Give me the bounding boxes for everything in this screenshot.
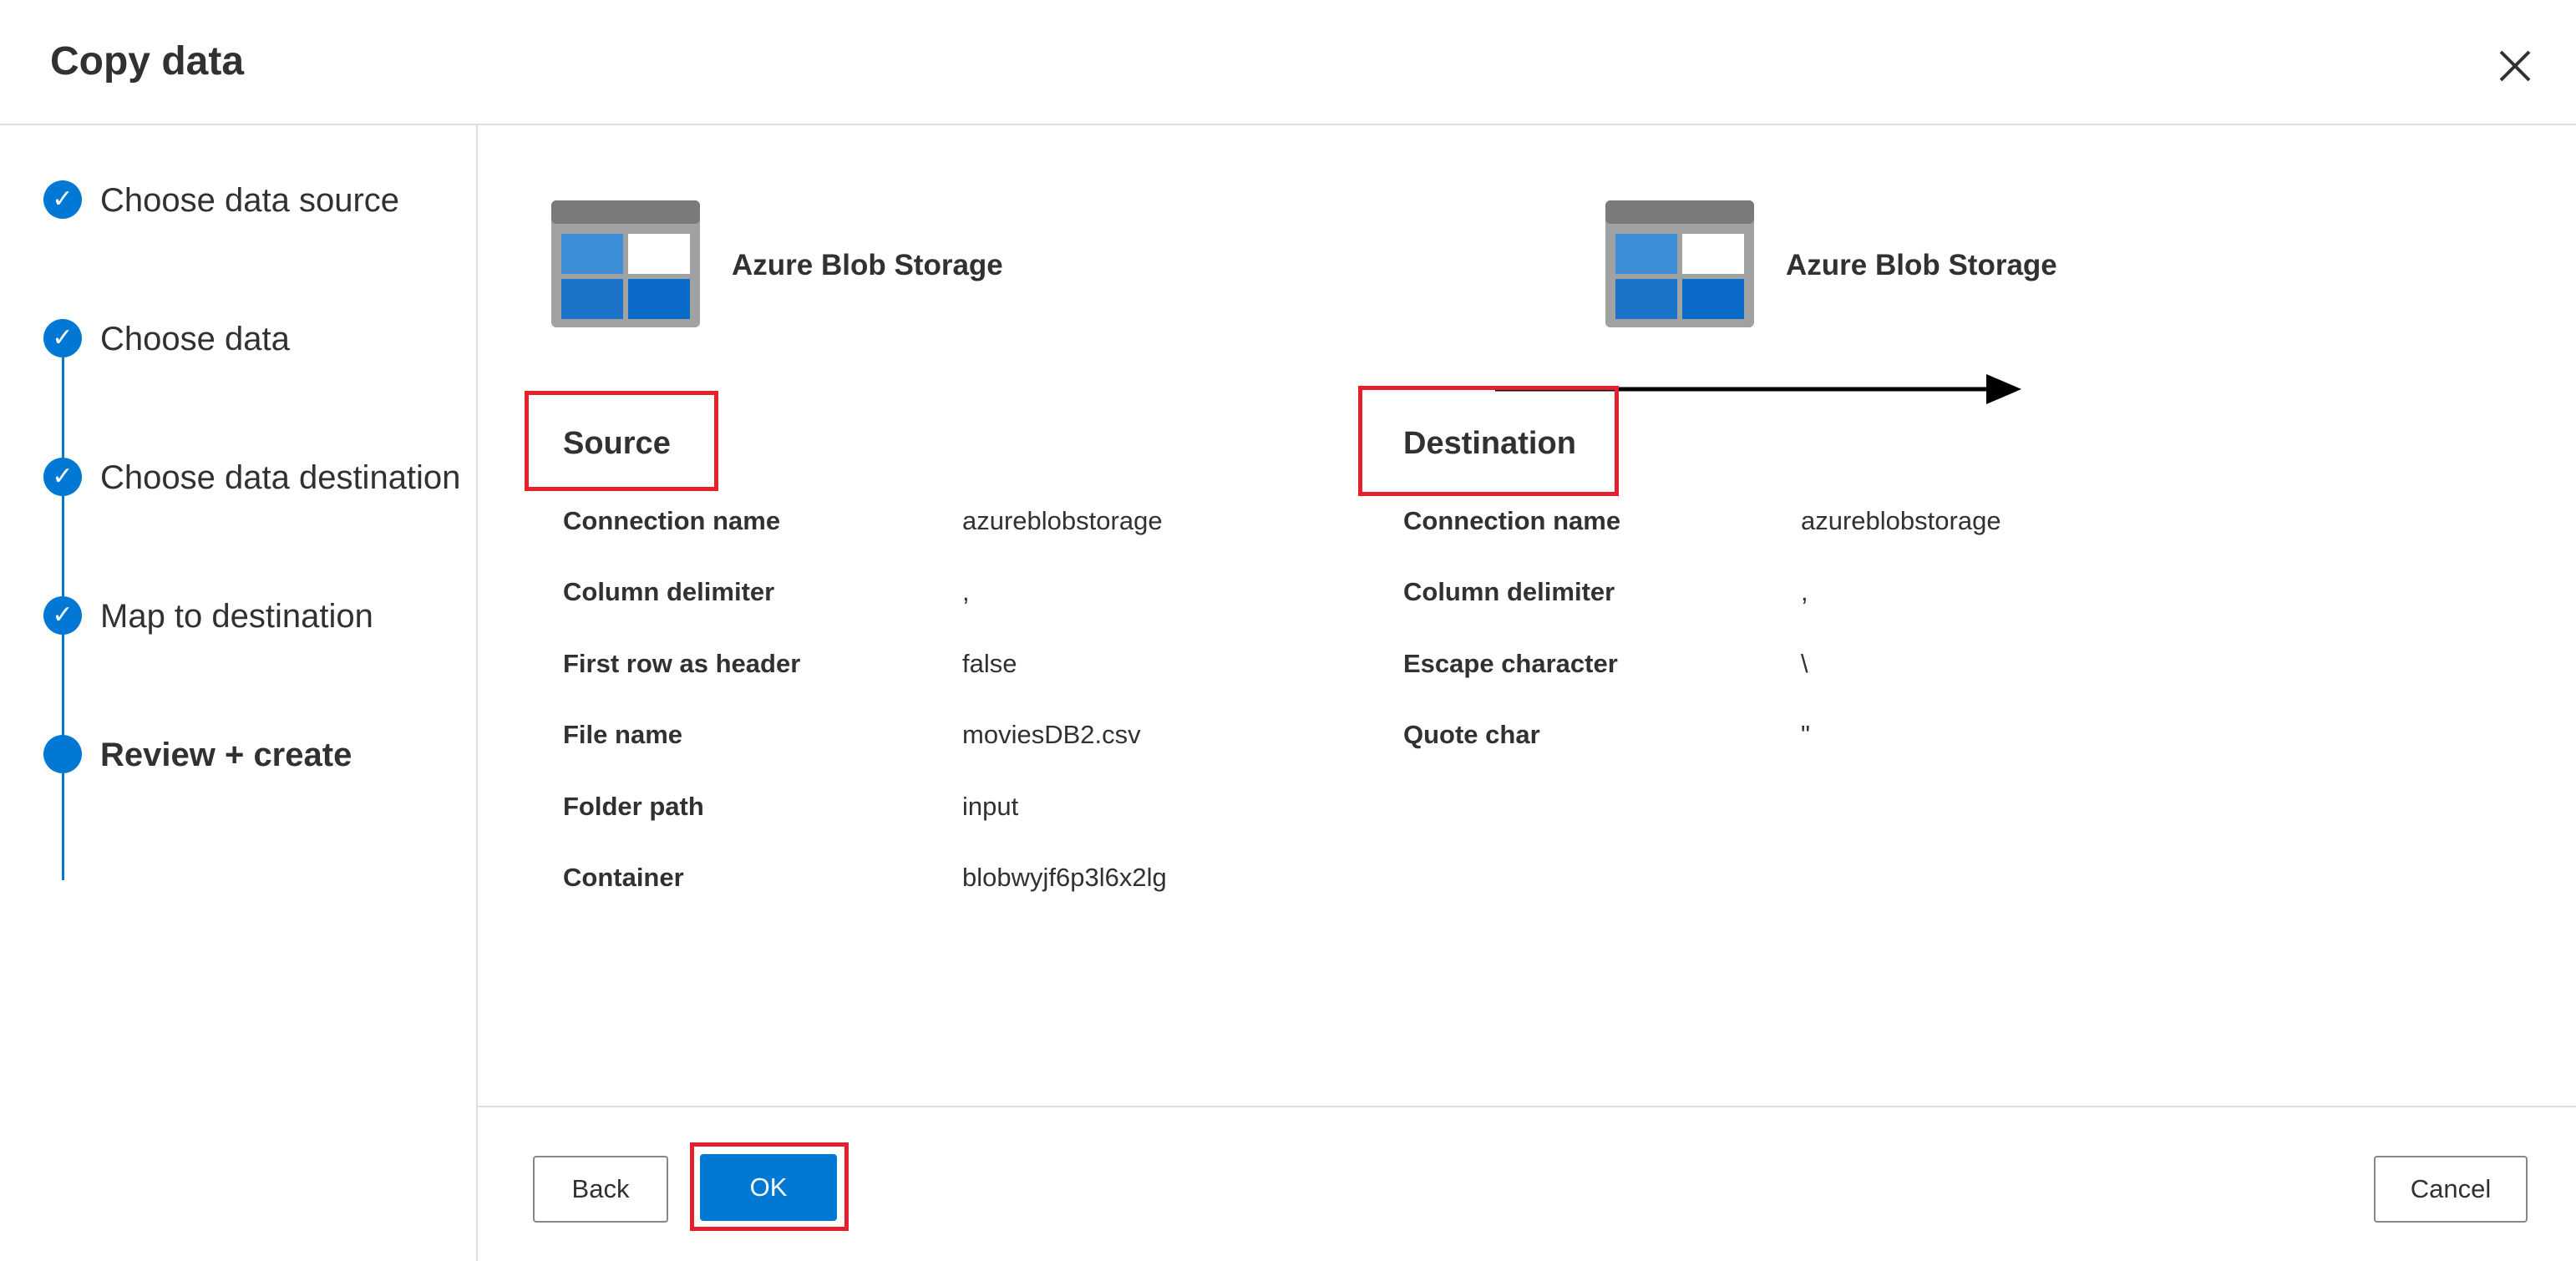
destination-prop-value: \: [1801, 649, 1808, 678]
source-prop-value: false: [962, 649, 1017, 678]
destination-prop-label: Column delimiter: [1403, 577, 1615, 606]
dialog-footer: Back OK Cancel: [478, 1106, 2576, 1261]
destination-prop-value: ,: [1801, 577, 1808, 606]
source-prop-value: ,: [962, 577, 970, 606]
blob-storage-icon: [551, 200, 700, 327]
destination-prop-value: azureblobstorage: [1801, 506, 2001, 535]
wizard-steps: ✓ Choose data source ✓ Choose data ✓ Cho…: [0, 125, 478, 1261]
step-label: Choose data destination: [100, 459, 461, 496]
source-prop-label: Connection name: [563, 506, 781, 535]
ok-button[interactable]: OK: [700, 1154, 837, 1221]
current-step-dot: [43, 735, 82, 773]
back-button[interactable]: Back: [533, 1156, 668, 1223]
source-prop-label: File name: [563, 720, 682, 749]
checkmark-icon: ✓: [43, 319, 82, 357]
source-prop-label: Column delimiter: [563, 577, 775, 606]
destination-prop-label: Escape character: [1403, 649, 1618, 678]
destination-store-name: Azure Blob Storage: [1786, 249, 2057, 281]
source-store-name: Azure Blob Storage: [732, 249, 1003, 281]
destination-title: Destination: [1403, 426, 1576, 461]
source-prop-label: Container: [563, 863, 684, 892]
checkmark-icon: ✓: [43, 596, 82, 635]
source-prop-value: moviesDB2.csv: [962, 720, 1141, 749]
destination-prop-value: ": [1801, 720, 1811, 749]
step-label: Choose data source: [100, 182, 400, 219]
source-prop-label: First row as header: [563, 649, 801, 678]
checkmark-icon: ✓: [43, 458, 82, 496]
cancel-button[interactable]: Cancel: [2374, 1156, 2528, 1223]
blob-storage-icon: [1605, 200, 1754, 327]
step-label: Review + create: [100, 737, 352, 773]
dialog-header: Copy data: [0, 0, 2576, 125]
destination-prop-label: Connection name: [1403, 506, 1621, 535]
source-prop-label: Folder path: [563, 792, 704, 821]
source-prop-value: blobwyjf6p3l6x2lg: [962, 863, 1167, 892]
source-prop-value: azureblobstorage: [962, 506, 1163, 535]
checkmark-icon: ✓: [43, 180, 82, 219]
source-prop-value: input: [962, 792, 1019, 821]
step-label: Choose data: [100, 321, 290, 357]
review-panel: Azure Blob Storage Azure Blob Storage So…: [478, 125, 2576, 1107]
step-label: Map to destination: [100, 598, 373, 635]
dialog-title: Copy data: [50, 39, 245, 84]
close-icon[interactable]: [2496, 47, 2534, 85]
destination-prop-label: Quote char: [1403, 720, 1540, 749]
source-title: Source: [563, 426, 671, 461]
